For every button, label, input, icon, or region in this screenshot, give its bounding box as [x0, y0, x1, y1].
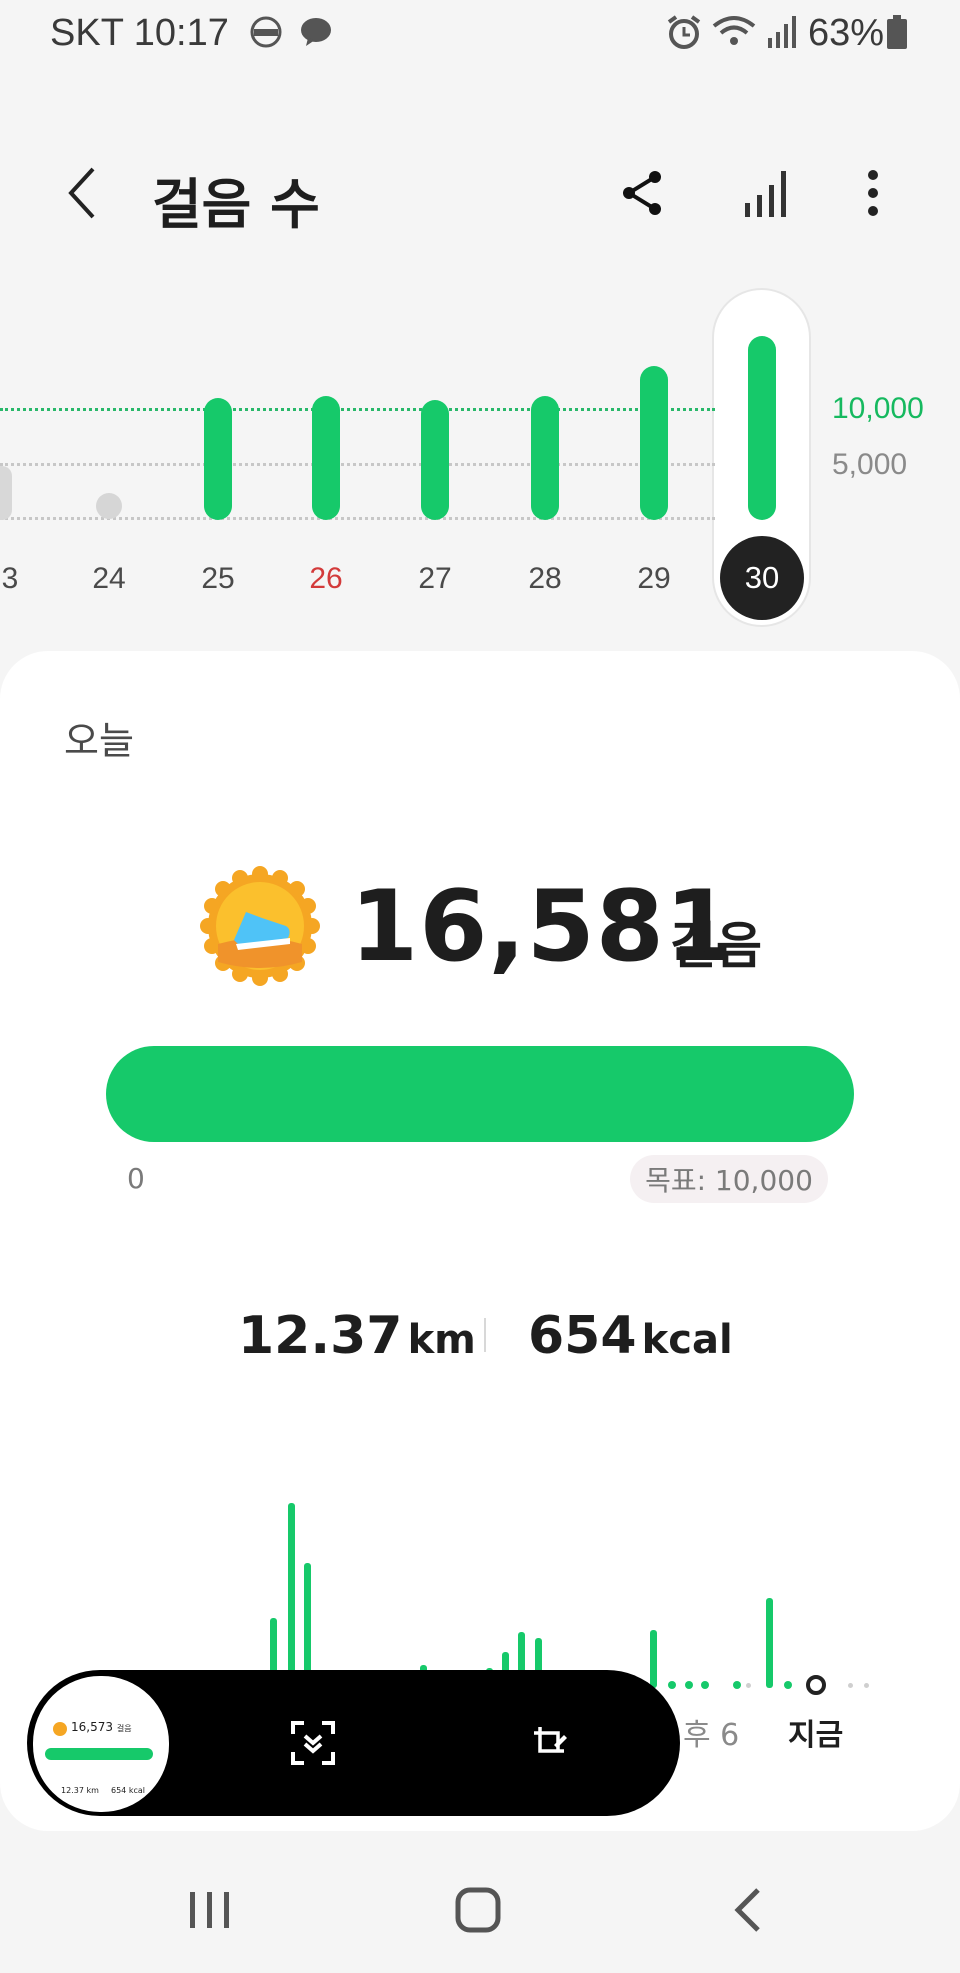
share-button[interactable]: [608, 158, 678, 228]
day-label[interactable]: 27: [395, 562, 475, 596]
chevron-left-icon: [68, 167, 95, 219]
day-bar-partial[interactable]: [0, 466, 12, 520]
day-bar-25[interactable]: [204, 398, 232, 520]
distance-unit: km: [407, 1317, 476, 1363]
hourly-bar: [650, 1630, 657, 1688]
status-bar: SKT 10:17 63%: [0, 0, 960, 70]
recents-icon: [190, 1892, 229, 1928]
back-icon: [734, 1888, 760, 1932]
day-label[interactable]: 25: [178, 562, 258, 596]
goal-gridline: [0, 408, 715, 411]
selected-day-label[interactable]: 30: [720, 536, 804, 620]
day-label[interactable]: 3: [0, 562, 50, 596]
day-bar-29[interactable]: [640, 366, 668, 520]
thumb-progress: [45, 1748, 153, 1760]
distance-metric: 12.37 km: [238, 1306, 476, 1366]
goal-progress-bar: [106, 1046, 854, 1142]
edit-crop-button[interactable]: [515, 1708, 585, 1778]
more-vertical-icon: [868, 170, 878, 216]
metric-divider: [484, 1318, 486, 1352]
hourly-dot: [733, 1681, 741, 1689]
day-bar-28[interactable]: [531, 396, 559, 520]
now-marker: [806, 1675, 826, 1695]
hourly-dot: [668, 1681, 676, 1689]
timeline-now-label: 지금: [788, 1718, 844, 1753]
thumb-badge-icon: [53, 1722, 67, 1736]
crop-edit-icon: [534, 1727, 567, 1753]
progress-start-label: 0: [127, 1162, 145, 1195]
status-carrier-time: SKT 10:17: [50, 12, 229, 54]
home-button[interactable]: [446, 1880, 510, 1944]
bar-chart-icon: [745, 171, 786, 217]
hourly-dot: [685, 1681, 693, 1689]
today-card: [0, 651, 960, 1831]
day-bar-30[interactable]: [748, 336, 776, 520]
screenshot-thumbnail[interactable]: 16,573 걸음 12.37 km 654 kcal: [30, 1673, 172, 1815]
battery-icon: [886, 14, 908, 54]
chart-view-button[interactable]: [732, 158, 802, 228]
chat-icon: [298, 14, 334, 54]
thumb-steps: 16,573 걸음: [71, 1720, 132, 1734]
more-options-button[interactable]: [838, 158, 908, 228]
home-icon: [455, 1887, 501, 1933]
share-icon: [623, 171, 661, 215]
achievement-badge-icon: [200, 866, 320, 990]
wifi-icon: [712, 14, 756, 54]
goal-axis-label: 10,000: [832, 392, 924, 425]
battery-percent: 63%: [808, 12, 885, 54]
back-button[interactable]: [48, 158, 118, 228]
timeline-dot: [864, 1683, 869, 1688]
thumb-distance: 12.37 km: [61, 1786, 99, 1795]
distance-value: 12.37: [238, 1306, 403, 1366]
today-section-label: 오늘: [64, 719, 134, 763]
timeline-label: 후 6: [683, 1718, 740, 1753]
day-label-sunday[interactable]: 26: [286, 562, 366, 596]
day-label[interactable]: 29: [614, 562, 694, 596]
timeline-dot: [746, 1683, 751, 1688]
alarm-icon: [666, 14, 702, 56]
day-bar-27[interactable]: [421, 400, 449, 520]
app-badge-icon: [248, 14, 284, 54]
calories-value: 654: [528, 1306, 637, 1366]
scroll-capture-button[interactable]: [278, 1708, 348, 1778]
hourly-dot: [784, 1681, 792, 1689]
recent-apps-button[interactable]: [180, 1880, 240, 1944]
navigation-bar: [0, 1850, 960, 1973]
hourly-bar: [766, 1598, 773, 1688]
day-marker-24[interactable]: [96, 493, 122, 519]
mid-gridline: [0, 463, 715, 466]
back-nav-button[interactable]: [720, 1880, 780, 1944]
page-title: 걸음 수: [152, 173, 320, 236]
calories-unit: kcal: [641, 1317, 733, 1363]
mid-axis-label: 5,000: [832, 448, 908, 481]
steps-unit: 걸음: [670, 917, 762, 975]
thumb-calories: 654 kcal: [111, 1786, 145, 1795]
day-label[interactable]: 24: [69, 562, 149, 596]
goal-label: 목표: 10,000: [630, 1155, 828, 1203]
calories-metric: 654 kcal: [528, 1306, 733, 1366]
day-bar-26[interactable]: [312, 396, 340, 520]
day-label[interactable]: 28: [505, 562, 585, 596]
scroll-capture-icon: [291, 1721, 335, 1765]
timeline-dot: [848, 1683, 853, 1688]
signal-icon: [764, 14, 800, 54]
hourly-bar: [288, 1503, 295, 1688]
hourly-dot: [701, 1681, 709, 1689]
